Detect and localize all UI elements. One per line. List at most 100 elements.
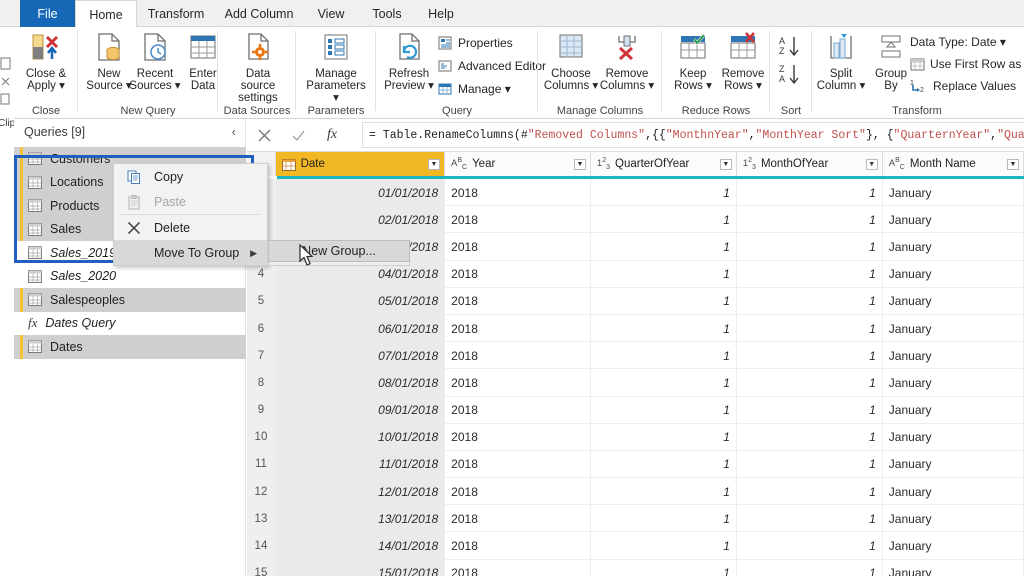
table-row[interactable]: 5 05/01/2018 2018 1 1 January: [247, 287, 1024, 315]
tab-home[interactable]: Home: [75, 0, 137, 28]
row-number-cell: 10: [247, 423, 276, 451]
table-row[interactable]: 101/01/2018201811January: [247, 179, 1024, 207]
table-row[interactable]: 14 14/01/2018 2018 1 1 January: [247, 532, 1024, 560]
row-number-cell: 11: [247, 450, 276, 479]
query-list-item-sales-2020[interactable]: Sales_2020: [14, 265, 246, 289]
column-filter-dropdown-button[interactable]: ▼: [719, 159, 732, 170]
tab-file[interactable]: File: [20, 0, 75, 27]
advanced-editor-button[interactable]: Advanced Editor: [438, 57, 546, 75]
fx-icon[interactable]: fx: [315, 119, 349, 152]
cell-monthname: January: [883, 396, 1024, 424]
column-filter-dropdown-button[interactable]: ▼: [427, 159, 440, 170]
cell-year: 2018: [445, 179, 592, 207]
sort-descending-button[interactable]: Z A: [778, 63, 804, 90]
chevron-left-icon[interactable]: ‹: [232, 124, 236, 139]
tab-tools[interactable]: Tools: [359, 0, 415, 27]
remove-rows-line2-wrap: Rows ▾: [724, 80, 762, 92]
table-row[interactable]: 9 09/01/2018 2018 1 1 January: [247, 396, 1024, 424]
query-list-item-salespeoples[interactable]: Salespeoples: [14, 288, 246, 312]
column-filter-dropdown-button[interactable]: ▼: [573, 159, 586, 170]
context-menu-item-label: Paste: [154, 194, 186, 209]
table-icon: [28, 293, 42, 307]
tab-transform-label: Transform: [147, 6, 205, 21]
table-row[interactable]: 6 06/01/2018 2018 1 1 January: [247, 314, 1024, 343]
sort-ascending-button[interactable]: A Z: [778, 35, 804, 62]
remove-columns-button[interactable]: Remove Columns ▾: [598, 31, 656, 92]
column-header-date[interactable]: Date ▼: [275, 152, 445, 176]
choose-columns-button[interactable]: Choose Columns ▾: [542, 31, 600, 92]
group-label-transform: Transform: [892, 105, 942, 117]
use-first-row-as-header-button[interactable]: Use First Row as Header: [910, 55, 1024, 73]
new-source-line1: New: [97, 68, 121, 80]
table-row[interactable]: 7 07/01/2018 2018 1 1 January: [247, 342, 1024, 370]
table-icon: [28, 222, 42, 236]
recent-sources-line1: Recent: [136, 68, 174, 80]
table-row[interactable]: 12 12/01/2018 2018 1 1 January: [247, 478, 1024, 506]
tab-add-column[interactable]: Add Column: [215, 0, 303, 27]
refresh-preview-line2-wrap: Preview ▾: [384, 80, 434, 92]
row-number-cell: 12: [247, 478, 276, 506]
context-menu-item-move-to-group[interactable]: Move To Group ▶: [114, 240, 267, 265]
table-row[interactable]: 8 08/01/2018 2018 1 1 January: [247, 369, 1024, 397]
cell-year: 2018: [445, 369, 592, 397]
tab-transform[interactable]: Transform: [137, 0, 215, 27]
calendar-icon: [281, 158, 296, 171]
close-x-icon: [127, 221, 141, 235]
tab-view-label: View: [317, 6, 345, 21]
cell-quarter: 1: [591, 532, 737, 560]
formula-string-part: "QuarternYear": [893, 128, 991, 142]
group-by-line1: Group: [875, 68, 907, 80]
query-list-item-dates-query[interactable]: fx Dates Query: [14, 312, 246, 336]
table-row[interactable]: 15 15/01/2018 2018 1 1 January: [247, 559, 1024, 576]
sort-asc-icon: A Z: [779, 36, 799, 57]
cell-month: 1: [737, 369, 883, 397]
properties-button[interactable]: Properties: [438, 34, 513, 52]
row-number-cell: 15: [247, 559, 276, 576]
cell-monthname: January: [883, 206, 1024, 234]
move-to-group-submenu[interactable]: New Group...: [268, 240, 410, 262]
tab-help[interactable]: Help: [415, 0, 467, 27]
column-header-quarterofyear[interactable]: 123 QuarterOfYear ▼: [590, 152, 737, 176]
calendar-icon: [281, 158, 296, 171]
column-filter-dropdown-button[interactable]: ▼: [1006, 159, 1019, 170]
formula-input[interactable]: = Table.RenameColumns(# "Removed Columns"…: [362, 122, 1024, 148]
replace-values-button[interactable]: 1 2 Replace Values: [910, 77, 1016, 95]
column-header-month-name[interactable]: ABC Month Name ▼: [882, 152, 1024, 176]
ribbon-group-close: Close & Apply ▾ Close: [14, 27, 78, 119]
manage-label: Manage: [458, 82, 502, 96]
table-row[interactable]: 10 10/01/2018 2018 1 1 January: [247, 423, 1024, 451]
table-icon: [28, 152, 42, 166]
close-x-icon: [125, 219, 143, 237]
data-type-dropdown[interactable]: Data Type: Date ▾: [910, 33, 1006, 51]
context-menu-item-delete[interactable]: Delete: [114, 215, 267, 240]
cell-month: 1: [737, 532, 883, 560]
table-row[interactable]: 13 13/01/2018 2018 1 1 January: [247, 505, 1024, 533]
table-row[interactable]: 11 11/01/2018 2018 1 1 January: [247, 450, 1024, 479]
remove-rows-button[interactable]: Remove Rows ▾: [714, 31, 772, 92]
data-source-settings-button[interactable]: Data source settings: [228, 31, 288, 104]
formula-cancel-button[interactable]: [247, 119, 281, 152]
manage-parameters-button[interactable]: Manage Parameters ▾: [304, 31, 368, 104]
column-header-monthofyear[interactable]: 123 MonthOfYear ▼: [736, 152, 883, 176]
manage-button[interactable]: Manage ▾: [438, 80, 511, 98]
close-and-apply-button[interactable]: Close & Apply ▾: [17, 31, 75, 92]
table-icon: [28, 246, 42, 260]
tab-view[interactable]: View: [303, 0, 359, 27]
cell-quarter: 1: [591, 559, 737, 576]
data-source-settings-icon: [248, 33, 269, 60]
manage-parameters-line1: Manage: [315, 68, 357, 80]
column-header-label: Year: [472, 158, 496, 170]
column-header-year[interactable]: ABC Year ▼: [444, 152, 591, 176]
cell-date: 14/01/2018: [275, 532, 446, 560]
query-list-item-dates[interactable]: Dates: [14, 335, 246, 359]
cell-date: 13/01/2018: [275, 505, 446, 533]
table-icon: [28, 269, 42, 283]
context-menu-item-copy[interactable]: Copy: [114, 164, 267, 189]
query-list-item-label: Salespeoples: [50, 292, 126, 307]
refresh-preview-button[interactable]: Refresh Preview ▾: [380, 31, 438, 92]
table-row[interactable]: 202/01/2018201811January: [247, 206, 1024, 234]
manage-parameters-line2-wrap: Parameters ▾: [306, 80, 366, 104]
data-type-label: Data Type: Date: [910, 35, 997, 49]
formula-accept-button[interactable]: [281, 119, 315, 152]
column-filter-dropdown-button[interactable]: ▼: [865, 159, 878, 170]
